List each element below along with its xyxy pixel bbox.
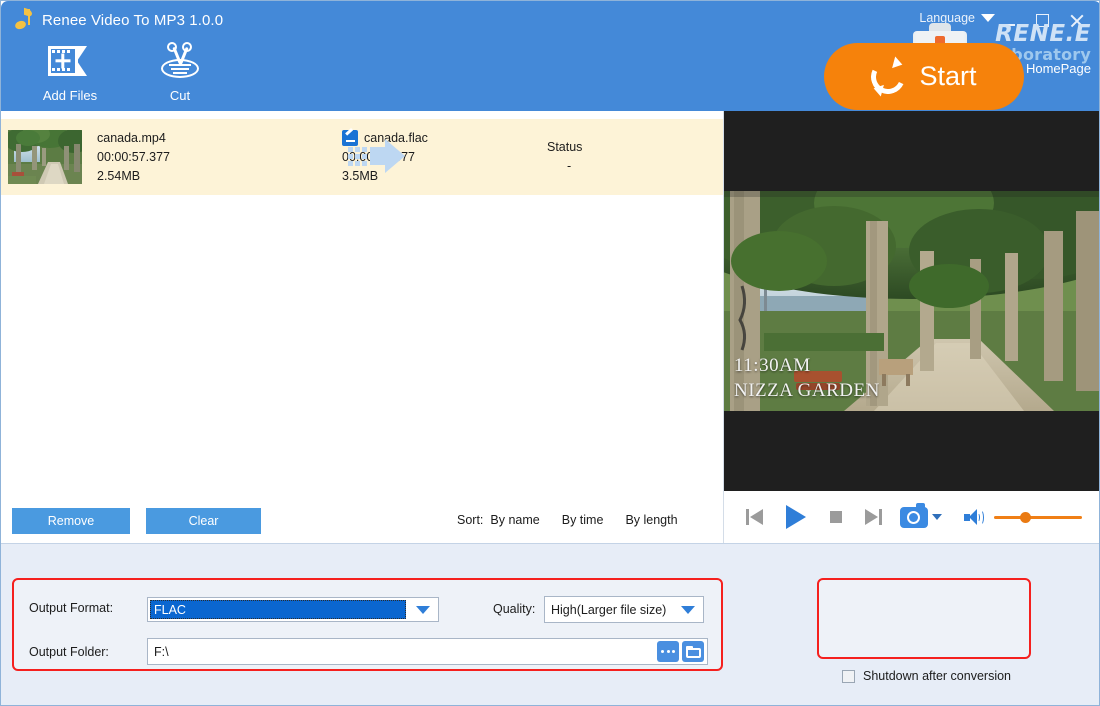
video-preview-pane[interactable]: 11:30AM NIZZA GARDEN (724, 111, 1099, 491)
source-size: 2.54MB (97, 168, 141, 183)
volume-slider-handle[interactable] (1020, 512, 1031, 523)
cut-button[interactable]: Cut (125, 39, 235, 103)
status-header: Status (547, 140, 583, 154)
video-frame: 11:30AM NIZZA GARDEN (724, 191, 1099, 411)
music-note-icon (14, 7, 33, 31)
video-overlay-text: 11:30AM NIZZA GARDEN (734, 353, 880, 403)
sort-bar: Sort: By name By time By length (457, 513, 678, 527)
source-file-info: canada.mp4 00:00:57.377 2.54MB (97, 129, 342, 186)
remove-button[interactable]: Remove (12, 508, 130, 534)
previous-button[interactable] (742, 507, 770, 527)
chevron-down-icon (681, 605, 695, 614)
play-icon (786, 505, 806, 529)
film-plus-icon (47, 41, 93, 81)
chevron-down-icon (416, 605, 430, 614)
add-files-button[interactable]: Add Files (15, 39, 125, 103)
toolbar: Add Files Cut (15, 39, 235, 103)
shutdown-after-conversion-row[interactable]: Shutdown after conversion (842, 669, 1011, 683)
sort-label: Sort: (457, 513, 484, 527)
arrow-right-icon (348, 139, 408, 173)
start-button-highlight (817, 578, 1031, 659)
folder-icon (685, 645, 701, 658)
quality-label: Quality: (493, 602, 536, 616)
skip-next-icon (862, 507, 882, 527)
overlay-time: 11:30AM (734, 355, 811, 376)
browse-folder-button[interactable] (657, 641, 679, 662)
brand-name: RENE.E (995, 21, 1091, 47)
start-button[interactable]: Start (824, 43, 1024, 110)
status-value: - (567, 159, 572, 173)
volume-slider[interactable] (994, 509, 1082, 525)
output-folder-value: F:\ (154, 644, 169, 659)
panel-divider (1, 543, 1099, 544)
speaker-icon (964, 508, 984, 526)
video-thumbnail (8, 130, 82, 184)
camera-icon (900, 502, 928, 528)
chevron-down-icon[interactable] (932, 514, 942, 520)
skip-previous-icon (746, 507, 766, 527)
app-title: Renee Video To MP3 1.0.0 (42, 11, 224, 29)
homepage-label: HomePage (1025, 61, 1091, 76)
ellipsis-icon (661, 650, 675, 653)
source-file-name: canada.mp4 (97, 130, 166, 145)
application-window: Renee Video To MP3 1.0.0 Add Files Cut L… (0, 0, 1100, 706)
shutdown-label: Shutdown after conversion (863, 669, 1012, 683)
quality-select[interactable]: High(Larger file size) (544, 596, 704, 623)
player-controls (724, 491, 1099, 543)
output-folder-input[interactable]: F:\ (147, 638, 708, 665)
file-list-pane: canada.mp4 00:00:57.377 2.54MB canada.fl… (1, 111, 724, 543)
source-duration: 00:00:57.377 (97, 149, 170, 164)
output-folder-label: Output Folder: (29, 645, 109, 659)
status-column: Status - (547, 138, 667, 176)
scissors-icon (157, 41, 203, 81)
snapshot-button[interactable] (900, 502, 942, 528)
volume-button[interactable] (964, 508, 984, 526)
output-format-value: FLAC (150, 600, 406, 619)
next-button[interactable] (858, 507, 886, 527)
add-files-label: Add Files (42, 88, 98, 103)
play-button[interactable] (782, 505, 810, 529)
quality-value: High(Larger file size) (551, 602, 667, 617)
clear-button[interactable]: Clear (146, 508, 261, 534)
stop-icon (830, 511, 842, 523)
overlay-place: NIZZA GARDEN (734, 380, 880, 401)
sort-by-length[interactable]: By length (625, 513, 677, 527)
start-label: Start (919, 61, 977, 91)
cut-label: Cut (169, 88, 191, 103)
open-folder-button[interactable] (682, 641, 704, 662)
stop-button[interactable] (822, 511, 850, 523)
output-format-label: Output Format: (29, 601, 114, 615)
refresh-icon (866, 54, 911, 99)
output-format-select[interactable]: FLAC (147, 597, 439, 622)
sort-by-name[interactable]: By name (490, 513, 539, 527)
shutdown-checkbox[interactable] (842, 669, 855, 683)
app-title-row: Renee Video To MP3 1.0.0 (14, 7, 224, 31)
sort-by-time[interactable]: By time (562, 513, 604, 527)
